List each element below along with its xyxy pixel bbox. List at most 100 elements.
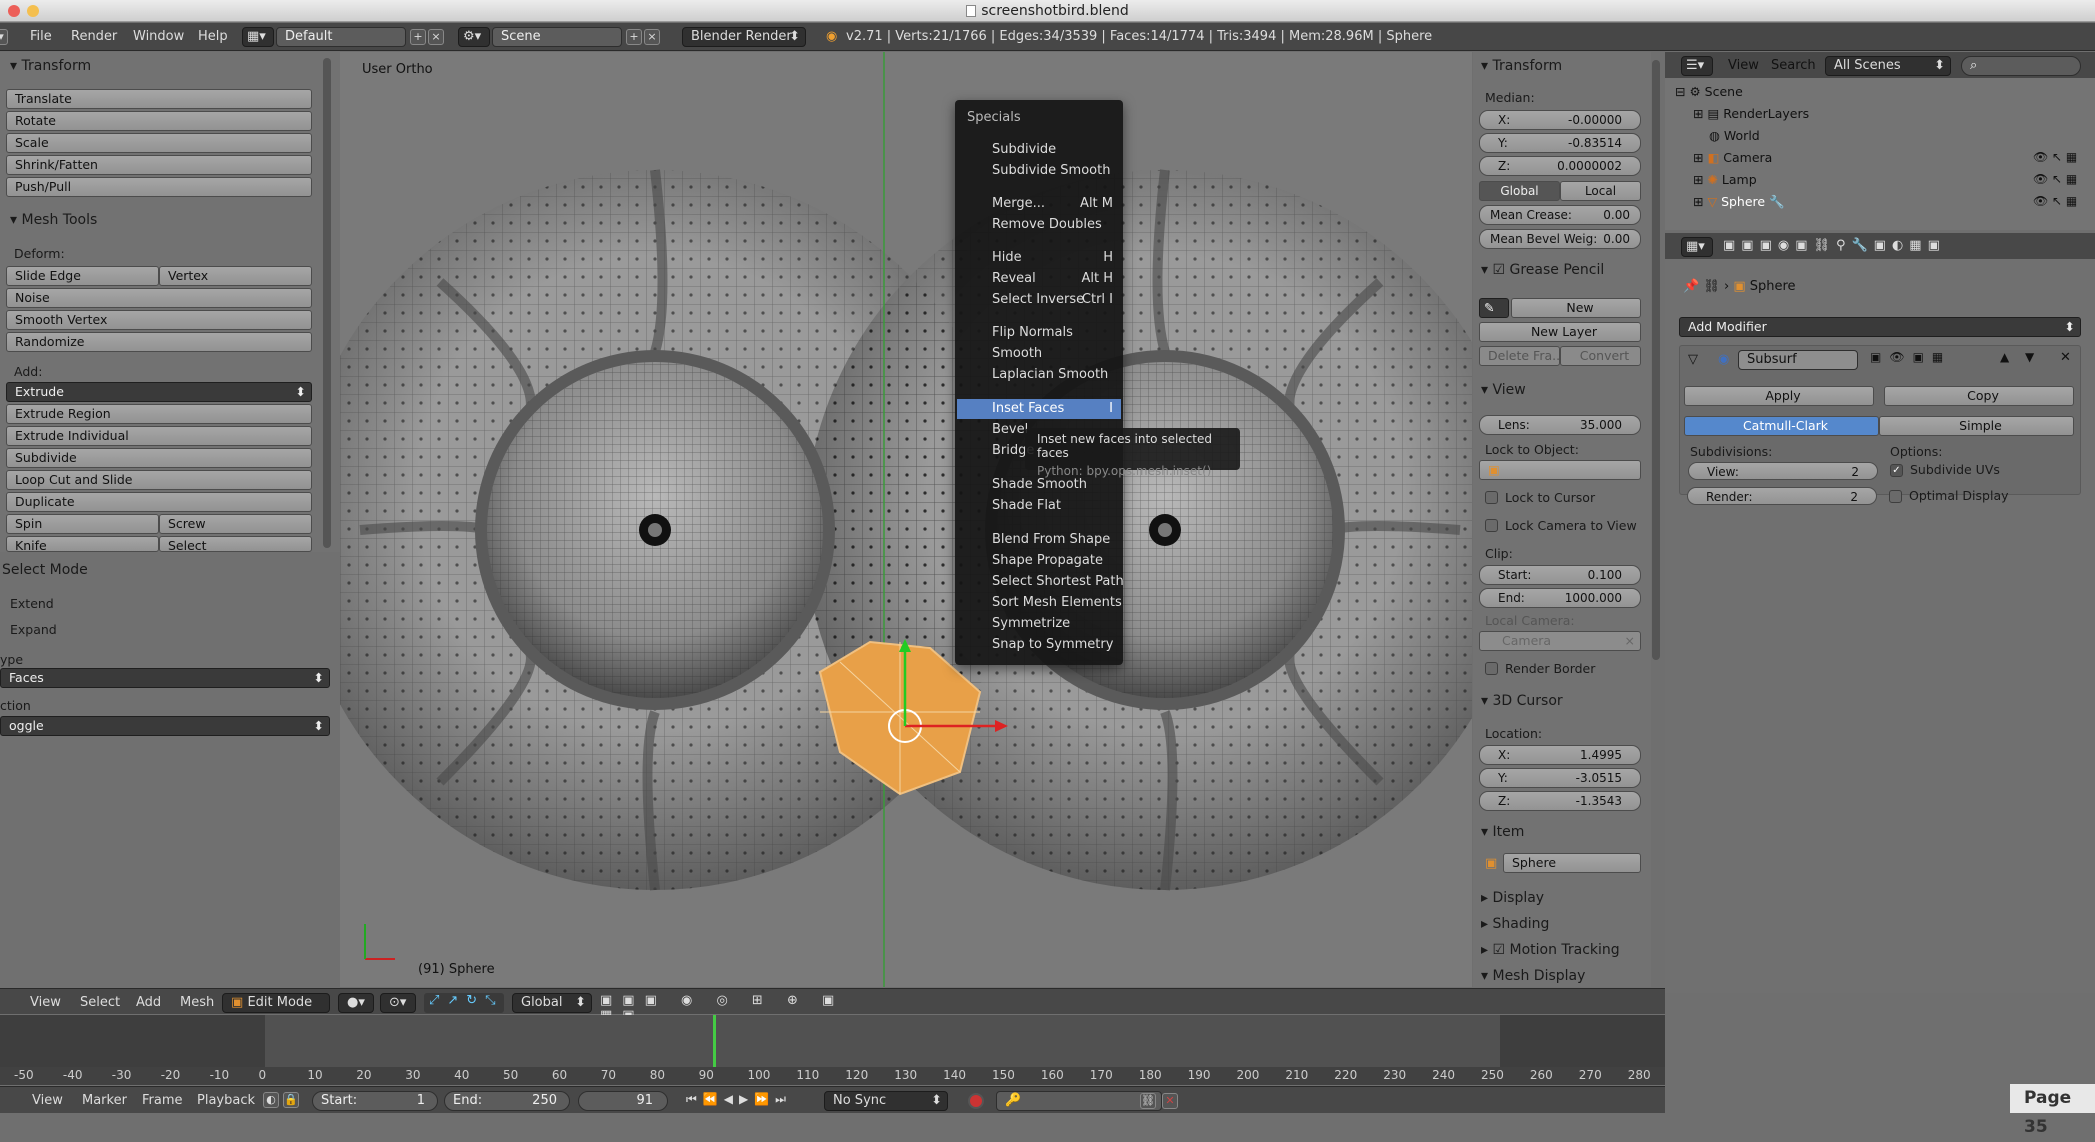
- push-pull-button[interactable]: Push/Pull: [6, 177, 312, 197]
- median-y-field[interactable]: Y: -0.83514: [1479, 133, 1641, 153]
- modifier-name-field[interactable]: Subsurf: [1738, 350, 1858, 370]
- simple-toggle[interactable]: Simple: [1879, 416, 2074, 436]
- grease-pencil-header[interactable]: ▾ ☑ Grease Pencil: [1481, 262, 1604, 278]
- menu-item-smooth[interactable]: Smooth: [957, 344, 1121, 364]
- item-name-field[interactable]: Sphere: [1503, 853, 1641, 873]
- mesh-menu[interactable]: Mesh: [180, 995, 214, 1010]
- mean-bevel-field[interactable]: Mean Bevel Weig: 0.00: [1479, 229, 1641, 249]
- current-frame-line[interactable]: [713, 1015, 717, 1067]
- editor-type-icon[interactable]: ▾: [0, 29, 8, 45]
- item-header[interactable]: ▾ Item: [1481, 824, 1524, 840]
- new-grease-button[interactable]: New: [1511, 298, 1641, 318]
- timeline-playback-menu[interactable]: Playback: [197, 1093, 255, 1108]
- delete-frame-button[interactable]: Delete Fra...: [1479, 346, 1560, 366]
- global-toggle[interactable]: Global: [1479, 181, 1560, 201]
- display-mode-dropdown[interactable]: All Scenes ⬍: [1825, 56, 1951, 76]
- translate-button[interactable]: Translate: [6, 89, 312, 109]
- lock-icon[interactable]: 🔒: [283, 1092, 299, 1108]
- transform-orientation-dropdown[interactable]: Global ⬍: [512, 993, 592, 1013]
- add-scene-button[interactable]: +: [626, 29, 642, 45]
- keyframe-icon[interactable]: ◐: [263, 1092, 279, 1108]
- transform-panel-header[interactable]: ▾ Transform: [10, 58, 91, 74]
- outliner-view-menu[interactable]: View: [1728, 58, 1759, 73]
- randomize-button[interactable]: Randomize: [6, 332, 312, 352]
- lens-field[interactable]: Lens: 35.000: [1479, 415, 1641, 435]
- menu-item-subdivide-smooth[interactable]: Subdivide Smooth: [957, 161, 1121, 181]
- move-down-icon[interactable]: ▼: [2025, 350, 2034, 364]
- outliner-editor-icon[interactable]: ☰▾: [1681, 56, 1713, 76]
- mesh-display-header[interactable]: ▾ Mesh Display: [1481, 968, 1585, 984]
- subdivide-uvs-checkbox[interactable]: ✓: [1890, 464, 1903, 477]
- select-menu[interactable]: Select: [80, 995, 120, 1010]
- menu-item-sort-mesh-elements[interactable]: Sort Mesh Elements: [957, 593, 1122, 613]
- menu-item-hide[interactable]: Hide H: [957, 248, 1121, 268]
- local-camera-field[interactable]: Camera ×: [1479, 631, 1641, 651]
- mean-crease-field[interactable]: Mean Crease: 0.00: [1479, 205, 1641, 225]
- menu-file[interactable]: File: [30, 29, 52, 44]
- visibility-eye-icon[interactable]: 👁 ↖ ▦: [2033, 150, 2077, 164]
- outliner-world[interactable]: ◍ World: [1709, 128, 1760, 143]
- view-menu[interactable]: View: [30, 995, 61, 1010]
- slide-edge-button[interactable]: Slide Edge: [6, 266, 159, 286]
- pencil-icon[interactable]: ✎: [1479, 298, 1509, 318]
- menu-item-select-inverse[interactable]: Select Inverse Ctrl I: [957, 290, 1121, 310]
- menu-item-reveal[interactable]: Reveal Alt H: [957, 269, 1121, 289]
- add-modifier-dropdown[interactable]: Add Modifier ⬍: [1679, 317, 2081, 337]
- properties-context-tabs[interactable]: ▣▣▣◉▣⛓⚲🔧▣◐▦▣: [1723, 238, 1946, 253]
- mesh-tools-panel-header[interactable]: ▾ Mesh Tools: [10, 212, 97, 228]
- viewport-shading-dropdown[interactable]: ●▾: [338, 993, 374, 1013]
- extrude-dropdown[interactable]: Extrude ⬍: [6, 382, 312, 402]
- smooth-vertex-button[interactable]: Smooth Vertex: [6, 310, 312, 330]
- duplicate-button[interactable]: Duplicate: [6, 492, 312, 512]
- remove-scene-button[interactable]: ×: [644, 29, 660, 45]
- shading-header[interactable]: ▸ Shading: [1481, 916, 1549, 932]
- tool-shelf-scrollbar[interactable]: [323, 58, 331, 548]
- lock-object-field[interactable]: ▣: [1479, 460, 1641, 480]
- scale-button[interactable]: Scale: [6, 133, 312, 153]
- median-x-field[interactable]: X: -0.00000: [1479, 110, 1641, 130]
- manipulator-toggles[interactable]: ⤢↗↻⤡: [424, 993, 504, 1013]
- menu-window[interactable]: Window: [133, 29, 184, 44]
- menu-item-remove-doubles[interactable]: Remove Doubles: [957, 215, 1121, 235]
- cursor-y-field[interactable]: Y: -3.0515: [1479, 768, 1641, 788]
- collapse-modifier-icon[interactable]: ▽: [1688, 352, 1698, 367]
- outliner-scene[interactable]: ⊟ ⚙ Scene: [1675, 84, 1743, 99]
- noise-button[interactable]: Noise: [6, 288, 312, 308]
- menu-help[interactable]: Help: [198, 29, 228, 44]
- rotate-button[interactable]: Rotate: [6, 111, 312, 131]
- knife-button[interactable]: Knife: [6, 536, 159, 552]
- layout-field[interactable]: Default: [276, 27, 406, 47]
- extrude-individual-button[interactable]: Extrude Individual: [6, 426, 312, 446]
- extrude-region-button[interactable]: Extrude Region: [6, 404, 312, 424]
- scene-field[interactable]: Scene: [492, 27, 622, 47]
- keyframe-insert-icon[interactable]: ⛓: [1140, 1093, 1156, 1109]
- menu-item-blend-from-shape[interactable]: Blend From Shape: [957, 530, 1121, 550]
- select-type-dropdown[interactable]: Faces ⬍: [0, 668, 330, 688]
- view-panel-header[interactable]: ▾ View: [1481, 382, 1526, 398]
- new-layer-button[interactable]: New Layer: [1479, 322, 1641, 342]
- outliner-sphere[interactable]: ⊞ ▽ Sphere 🔧: [1693, 194, 1785, 210]
- menu-item-select-shortest-path[interactable]: Select Shortest Path: [957, 572, 1124, 592]
- spin-button[interactable]: Spin: [6, 514, 159, 534]
- render-engine-dropdown[interactable]: Blender Render ⬍: [682, 27, 806, 47]
- menu-item-subdivide[interactable]: Subdivide: [957, 140, 1121, 160]
- cursor-x-field[interactable]: X: 1.4995: [1479, 745, 1641, 765]
- lock-to-cursor-checkbox[interactable]: [1485, 491, 1498, 504]
- start-frame-field[interactable]: Start: 1: [312, 1091, 438, 1111]
- scene-icon[interactable]: ⚙▾: [458, 27, 490, 47]
- add-layout-button[interactable]: +: [410, 29, 426, 45]
- menu-item-shape-propagate[interactable]: Shape Propagate: [957, 551, 1121, 571]
- menu-item-inset-faces[interactable]: Inset Faces I: [957, 399, 1121, 419]
- cursor-z-field[interactable]: Z: -1.3543: [1479, 791, 1641, 811]
- outliner-lamp[interactable]: ⊞ ✺ Lamp: [1693, 172, 1757, 187]
- pivot-dropdown[interactable]: ⊙▾: [380, 993, 416, 1013]
- mode-dropdown[interactable]: ▣ Edit Mode: [222, 993, 330, 1013]
- playback-controls[interactable]: ⏮⏪◀▶⏩⏭: [686, 1092, 806, 1110]
- outliner-camera[interactable]: ⊞ ◧ Camera: [1693, 150, 1772, 165]
- render-border-checkbox[interactable]: [1485, 662, 1498, 675]
- median-z-field[interactable]: Z: 0.0000002: [1479, 156, 1641, 176]
- 3d-viewport[interactable]: User Ortho (91) Sphere: [340, 52, 1472, 987]
- convert-button[interactable]: Convert: [1560, 346, 1641, 366]
- local-toggle[interactable]: Local: [1560, 181, 1641, 201]
- minimize-window-button[interactable]: [27, 5, 39, 17]
